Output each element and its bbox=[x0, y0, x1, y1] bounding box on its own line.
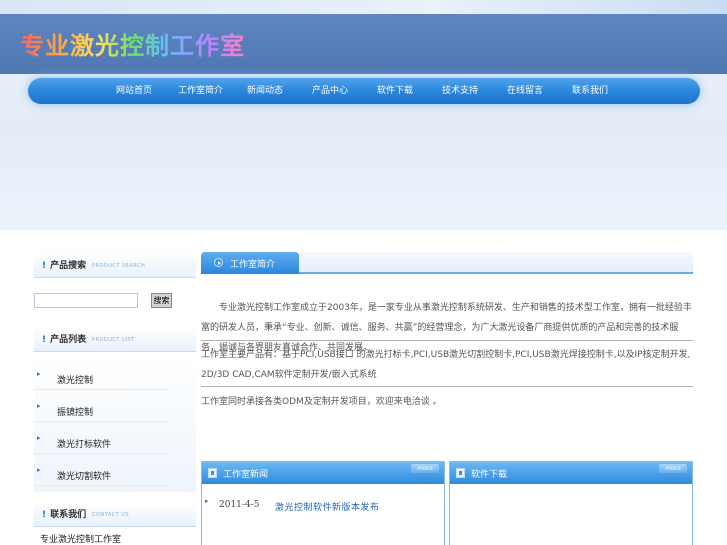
nav-item-news[interactable]: 新闻动态 bbox=[247, 78, 283, 104]
product-list-title: 产品列表 bbox=[42, 332, 86, 345]
main-nav: 网站首页 工作室简介 新闻动态 产品中心 软件下载 技术支持 在线留言 联系我们 bbox=[28, 78, 700, 104]
product-list: ▸ 激光控制 ▸ 振镜控制 ▸ 激光打标软件 ▸ 激光切割软件 bbox=[34, 352, 196, 492]
bullet-icon: ▸ bbox=[37, 466, 41, 474]
download-box-header: 软件下载 more bbox=[450, 462, 692, 484]
bullet-icon: ▸ bbox=[37, 402, 41, 410]
nav-item-contact[interactable]: 联系我们 bbox=[572, 78, 608, 104]
site-logo[interactable]: 专业激光控制工作室 bbox=[20, 26, 245, 61]
nav-item-support[interactable]: 技术支持 bbox=[442, 78, 478, 104]
nav-item-home[interactable]: 网站首页 bbox=[116, 78, 152, 104]
product-list-header: 产品列表 PRODUCT LIST bbox=[34, 326, 196, 352]
download-box: 软件下载 more bbox=[449, 461, 693, 545]
product-list-item[interactable]: ▸ 激光控制 bbox=[34, 358, 169, 390]
contact-title: 联系我们 bbox=[42, 507, 86, 520]
divider bbox=[201, 386, 693, 387]
product-search-header: 产品搜索 PRODUCT SEARCH bbox=[34, 252, 196, 278]
product-list-item-label[interactable]: 振镜控制 bbox=[57, 405, 93, 418]
download-more-button[interactable]: more bbox=[659, 464, 687, 473]
news-box: 工作室新闻 more ▸ 2011-4-5 激光控制软件新版本发布 bbox=[201, 461, 445, 545]
play-circle-icon bbox=[214, 258, 223, 267]
search-button[interactable]: 搜索 bbox=[151, 293, 172, 308]
product-search-title-en: PRODUCT SEARCH bbox=[92, 263, 146, 269]
product-list-item[interactable]: ▸ 振镜控制 bbox=[34, 390, 169, 422]
nav-item-products[interactable]: 产品中心 bbox=[312, 78, 348, 104]
nav-item-about[interactable]: 工作室简介 bbox=[178, 78, 223, 104]
intro-title: 工作室简介 bbox=[230, 260, 276, 270]
bullet-icon: ▸ bbox=[37, 434, 41, 442]
document-icon bbox=[208, 468, 217, 478]
top-strip bbox=[0, 0, 727, 14]
contact-header: 联系我们 CONTACT US bbox=[34, 501, 196, 527]
contact-text: 专业激光控制工作室 bbox=[40, 535, 122, 545]
divider bbox=[201, 340, 693, 341]
search-input[interactable] bbox=[34, 293, 138, 308]
news-box-title: 工作室新闻 bbox=[223, 470, 269, 480]
intro-paragraph-3: 工作室同时承接各类ODM及定制开发项目，欢迎来电洽谈 。 bbox=[201, 397, 442, 407]
news-box-header: 工作室新闻 more bbox=[202, 462, 444, 484]
product-list-title-en: PRODUCT LIST bbox=[92, 337, 135, 343]
intro-tab: 工作室简介 bbox=[201, 252, 299, 274]
product-list-item-label[interactable]: 激光切割软件 bbox=[57, 469, 111, 482]
intro-paragraph-2: 工作室主要产品有：基于PCI,USB接口 的激光打标卡,PCI,USB激光切割控… bbox=[201, 350, 691, 380]
intro-header: 工作室简介 bbox=[201, 252, 693, 274]
nav-item-message[interactable]: 在线留言 bbox=[507, 78, 543, 104]
product-list-item[interactable]: ▸ 激光打标软件 bbox=[34, 422, 169, 454]
product-search-title: 产品搜索 bbox=[42, 258, 86, 271]
download-box-title: 软件下载 bbox=[471, 470, 508, 480]
product-list-item-label[interactable]: 激光打标软件 bbox=[57, 437, 111, 450]
product-list-item[interactable]: ▸ 激光切割软件 bbox=[34, 454, 169, 486]
product-list-item-label[interactable]: 激光控制 bbox=[57, 373, 93, 386]
news-more-button[interactable]: more bbox=[411, 464, 439, 473]
news-date: 2011-4-5 bbox=[219, 500, 260, 510]
nav-item-download[interactable]: 软件下载 bbox=[377, 78, 413, 104]
document-icon bbox=[456, 468, 465, 478]
news-title-link[interactable]: 激光控制软件新版本发布 bbox=[275, 500, 380, 513]
bullet-icon: ▸ bbox=[205, 497, 209, 505]
contact-title-en: CONTACT US bbox=[92, 512, 130, 518]
bullet-icon: ▸ bbox=[37, 370, 41, 378]
